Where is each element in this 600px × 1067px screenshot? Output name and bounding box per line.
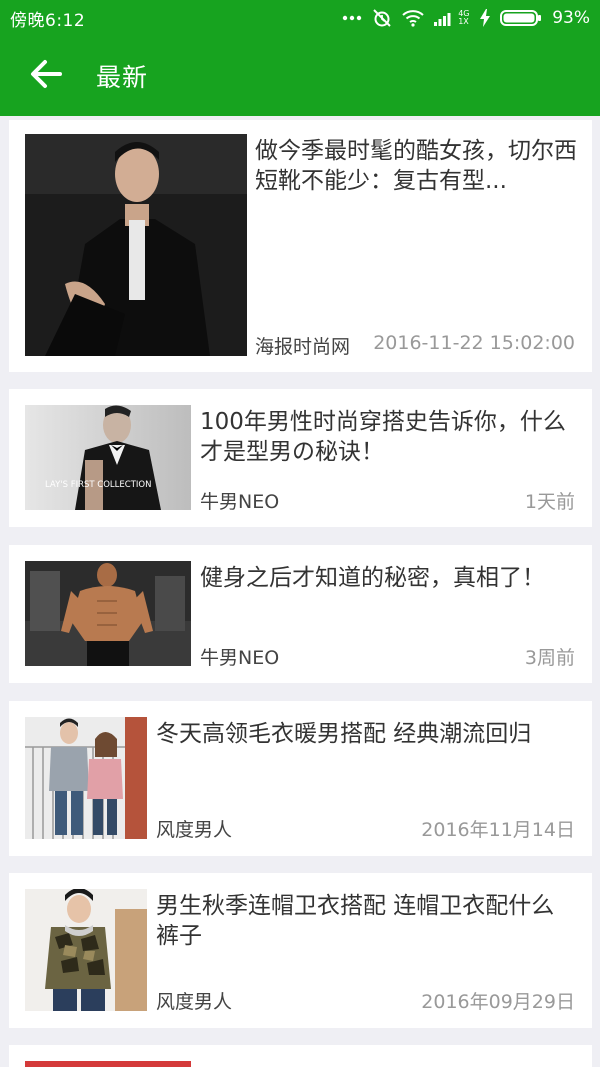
article-time: 3周前 xyxy=(524,647,575,669)
article-title: 100年男性时尚穿搭史告诉你，什么才是型男の秘诀！ xyxy=(200,409,566,465)
more-dots-icon xyxy=(342,15,362,21)
article-thumbnail-photo xyxy=(25,1061,191,1067)
article-title: 冬天高领毛衣暖男搭配 经典潮流回归 xyxy=(156,721,532,747)
article-thumbnail xyxy=(25,889,147,1011)
article-card[interactable]: 做今季最时髦的酷女孩，切尔西短靴不能少：复古有型... 海报时尚网 2016-1… xyxy=(9,120,592,372)
status-bar: 傍晚6:12 4G 1X 93% xyxy=(0,0,600,36)
network-type-label: 4G 1X xyxy=(458,9,470,26)
article-source: 海报时尚网 xyxy=(255,336,351,358)
back-button[interactable] xyxy=(0,36,96,116)
man-camo-hoodie-photo xyxy=(25,889,147,1011)
article-source: 风度男人 xyxy=(156,991,233,1013)
couple-sweaters-photo xyxy=(25,717,147,839)
man-in-black-jacket-photo xyxy=(25,134,247,356)
article-thumbnail: LAY'S FIRST COLLECTION xyxy=(25,405,191,510)
article-card[interactable]: 健身之后才知道的秘密，真相了！ 牛男NEO 3周前 xyxy=(9,545,592,683)
article-card[interactable]: 冬天高领毛衣暖男搭配 经典潮流回归 风度男人 2016年11月14日 xyxy=(9,701,592,856)
article-source: 风度男人 xyxy=(156,819,233,841)
charging-icon xyxy=(480,9,491,27)
article-title: 男生秋季连帽卫衣搭配 连帽卫衣配什么裤子 xyxy=(156,893,555,949)
article-thumbnail xyxy=(25,134,247,356)
article-thumbnail xyxy=(25,1061,191,1067)
muscular-man-gym-photo xyxy=(25,561,191,666)
article-card[interactable]: 男生秋季连帽卫衣搭配 连帽卫衣配什么裤子 风度男人 2016年09月29日 xyxy=(9,873,592,1028)
app-bar: 最新 xyxy=(0,36,600,116)
signal-4g-icon: 4G 1X xyxy=(434,10,470,26)
article-time: 2016年11月14日 xyxy=(421,819,575,841)
article-time: 1天前 xyxy=(524,491,575,513)
article-card[interactable]: LAY'S FIRST COLLECTION 100年男性时尚穿搭史告诉你，什么… xyxy=(9,389,592,527)
article-title: 健身之后才知道的秘密，真相了！ xyxy=(200,565,545,591)
battery-icon xyxy=(500,8,542,28)
article-thumbnail xyxy=(25,717,147,839)
alarm-off-icon xyxy=(372,8,392,28)
article-list[interactable]: 做今季最时髦的酷女孩，切尔西短靴不能少：复古有型... 海报时尚网 2016-1… xyxy=(0,116,600,1067)
article-time: 2016-11-22 15:02:00 xyxy=(373,332,575,354)
status-time: 傍晚6:12 xyxy=(10,10,86,31)
page-title: 最新 xyxy=(96,63,149,92)
article-source: 牛男NEO xyxy=(200,491,280,513)
article-time: 2016年09月29日 xyxy=(421,991,575,1013)
man-in-tuxedo-photo: LAY'S FIRST COLLECTION xyxy=(25,405,191,510)
article-source: 牛男NEO xyxy=(200,647,280,669)
article-title: 做今季最时髦的酷女孩，切尔西短靴不能少：复古有型... xyxy=(255,138,577,194)
article-thumbnail xyxy=(25,561,191,666)
wifi-icon xyxy=(402,9,424,27)
battery-percent: 93% xyxy=(552,8,590,28)
arrow-left-icon xyxy=(30,59,62,93)
article-card[interactable] xyxy=(9,1045,592,1067)
thumbnail-caption: LAY'S FIRST COLLECTION xyxy=(45,480,151,490)
